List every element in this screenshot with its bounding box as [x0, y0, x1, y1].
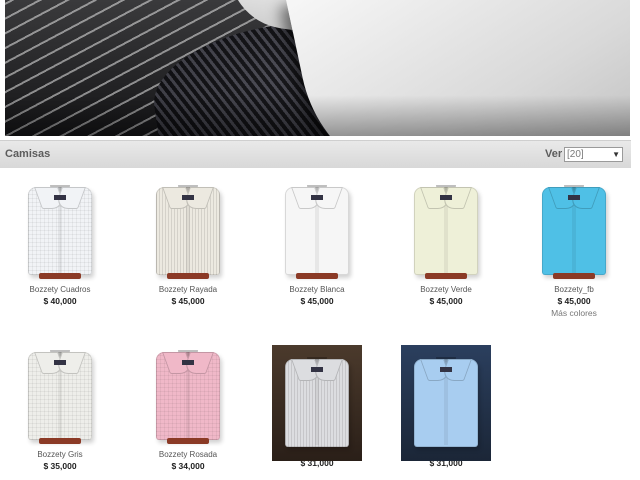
product-name[interactable]: Bozzety Rayada: [128, 285, 248, 294]
page-title: Camisas: [5, 148, 51, 160]
product-image[interactable]: [272, 185, 362, 285]
shirt-icon: [414, 185, 478, 275]
product-card[interactable]: Bozzety_fb $ 45,000 Más colores: [514, 185, 634, 318]
product-name[interactable]: Bozzety Rosada: [128, 450, 248, 459]
product-price: $ 34,000: [171, 461, 205, 471]
product-price: $ 45,000: [429, 296, 463, 306]
product-name[interactable]: Bozzety Gris: [0, 450, 120, 459]
product-card[interactable]: Bozzety Blanca $ 45,000: [257, 185, 377, 306]
product-image[interactable]: [529, 185, 619, 285]
product-card[interactable]: Azul Cielo$ 31,000: [386, 345, 506, 468]
product-name[interactable]: Bozzety_fb: [514, 285, 634, 294]
product-image[interactable]: [15, 350, 105, 450]
shirt-icon: [156, 350, 220, 440]
display-stand: [167, 273, 209, 279]
product-price: $ 45,000: [557, 296, 591, 306]
per-page-select[interactable]: [20] ▼: [564, 147, 623, 162]
display-stand: [39, 273, 81, 279]
chevron-down-icon: ▼: [612, 150, 620, 159]
display-stand: [296, 273, 338, 279]
product-card[interactable]: Bozzety Cuadros $ 40,000: [0, 185, 120, 306]
shirt-icon: [414, 357, 478, 447]
view-label: Ver: [545, 148, 563, 160]
product-card[interactable]: Bozzety Rosada $ 34,000: [128, 350, 248, 471]
product-price: $ 35,000: [43, 461, 77, 471]
product-image[interactable]: [401, 185, 491, 285]
product-image[interactable]: [15, 185, 105, 285]
product-name[interactable]: Bozzety Verde: [386, 285, 506, 294]
shirt-icon: [28, 185, 92, 275]
shirt-icon: [156, 185, 220, 275]
shirt-icon: [285, 357, 349, 447]
product-card[interactable]: Bozzety Gris $ 35,000: [0, 350, 120, 471]
product-name[interactable]: Bozzety Cuadros: [0, 285, 120, 294]
product-card[interactable]: Bozzety Verde $ 45,000: [386, 185, 506, 306]
product-image[interactable]: [143, 350, 233, 450]
shirt-icon: [28, 350, 92, 440]
more-colors-link[interactable]: Más colores: [514, 308, 634, 318]
product-price: $ 40,000: [43, 296, 77, 306]
product-name[interactable]: Bozzety Blanca: [257, 285, 377, 294]
header-banner: [5, 0, 630, 136]
catalog-toolbar: Camisas Ver [20] ▼: [0, 140, 631, 168]
product-card[interactable]: Bozzety Rayada $ 45,000: [128, 185, 248, 306]
product-image[interactable]: [401, 345, 491, 461]
display-stand: [39, 438, 81, 444]
display-stand: [167, 438, 209, 444]
display-stand: [425, 273, 467, 279]
shirt-icon: [542, 185, 606, 275]
per-page-value: [20]: [567, 149, 584, 160]
product-image[interactable]: [143, 185, 233, 285]
display-stand: [553, 273, 595, 279]
product-card[interactable]: Rayas Delgadas$ 31,000: [257, 345, 377, 468]
banner-shade: [5, 0, 630, 136]
product-image[interactable]: [272, 345, 362, 461]
shirt-icon: [285, 185, 349, 275]
product-price: $ 45,000: [171, 296, 205, 306]
product-price: $ 45,000: [300, 296, 334, 306]
